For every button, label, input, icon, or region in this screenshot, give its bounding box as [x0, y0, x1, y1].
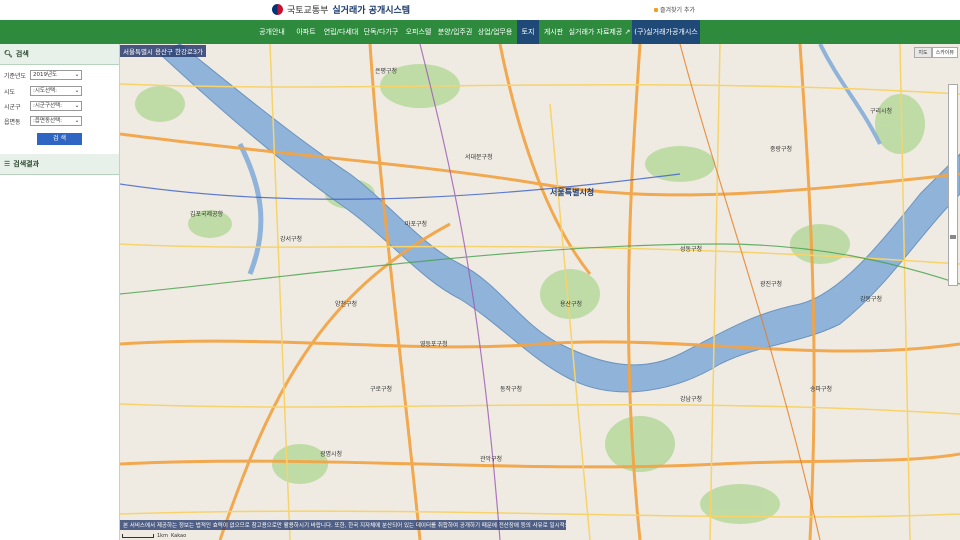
map-label-gangdong[interactable]: 강동구청 [860, 294, 882, 303]
sido-label: 시도 [4, 88, 16, 96]
map-label-yeongdeungpo[interactable]: 영등포구청 [420, 339, 448, 348]
system-title: 실거래가 공개시스템 [332, 5, 411, 16]
eupmyeondong-label: 읍면동 [4, 118, 21, 126]
ministry-name: 국토교통부 [287, 5, 329, 16]
nav-item-commercial[interactable]: 상업/업무용 [474, 20, 516, 44]
year-select[interactable]: 2019년도 ⌄ [30, 70, 82, 80]
map-label-yangcheon[interactable]: 양천구청 [335, 299, 357, 308]
main-nav: 공개안내 아파트 연립/다세대 단독/다가구 오피스텔 분양/입주권 상업/업무… [0, 20, 960, 60]
map-label-guro[interactable]: 구로구청 [370, 384, 392, 393]
nav-item-presale[interactable]: 분양/입주권 [436, 20, 474, 44]
nav-item-land[interactable]: 토지 [517, 20, 539, 44]
map-label-gangnam[interactable]: 강남구청 [680, 394, 702, 403]
eupmyeondong-select[interactable]: :읍면동선택: ⌄ [30, 116, 82, 126]
map-label-songpa[interactable]: 송파구청 [810, 384, 832, 393]
eupmyeondong-row: 읍면동 :읍면동선택: ⌄ [4, 115, 116, 127]
year-label: 기준년도 [4, 72, 27, 80]
chevron-down-icon: ⌄ [74, 87, 80, 94]
map-label-guri[interactable]: 구리시청 [870, 106, 892, 115]
map-label-gimpo-airport[interactable]: 김포국제공항 [190, 209, 223, 218]
government-emblem-icon [272, 3, 283, 15]
map-canvas[interactable] [120, 44, 960, 540]
chevron-down-icon: ⌄ [74, 71, 80, 78]
sigungu-row: 시군구 :시군구선택: ⌄ [4, 100, 116, 112]
sido-row: 시도 :시도선택: ⌄ [4, 85, 116, 97]
nav-item-rowhouse[interactable]: 연립/다세대 [321, 20, 361, 44]
nav-item-data-service[interactable]: 실거래가 자료제공 ↗ [568, 20, 631, 44]
nav-item-old-system[interactable]: (구)실거래가공개시스템 [632, 20, 700, 60]
external-link-icon: ↗ [624, 28, 631, 36]
map-type-skyview[interactable]: 스카이뷰 [931, 47, 958, 58]
map-type-toggle: 지도 스카이뷰 [914, 47, 958, 58]
map-label-gwangmyeong[interactable]: 광명시청 [320, 449, 342, 458]
map-label-eunpyeong[interactable]: 은평구청 [375, 66, 397, 75]
chevron-down-icon: ⌄ [74, 117, 80, 124]
sigungu-select-value: :시군구선택: [33, 103, 63, 109]
search-panel-title: 검색 [15, 50, 29, 58]
nav-item-apartment[interactable]: 아파트 [291, 20, 321, 44]
chevron-down-icon: ⌄ [74, 102, 80, 109]
list-icon: ☰ [4, 160, 11, 168]
sigungu-label: 시군구 [4, 103, 21, 111]
site-logo[interactable]: 국토교통부 실거래가 공개시스템 [272, 2, 410, 16]
star-icon [653, 7, 658, 12]
map-disclaimer: 본 서비스에서 제공하는 정보는 법적인 효력이 없으므로 참고용으로만 활용하… [120, 520, 566, 530]
map-label-seodaemun[interactable]: 서대문구청 [465, 152, 493, 161]
sigungu-select[interactable]: :시군구선택: ⌄ [30, 101, 82, 111]
map-label-yongsan[interactable]: 용산구청 [560, 299, 582, 308]
current-location: 서울특별시 용산구 한강로3가 [120, 45, 207, 57]
search-button[interactable]: 검 색 [37, 133, 82, 145]
map-label-seongdong[interactable]: 성동구청 [680, 244, 702, 253]
map-attribution: 1km Kakao [122, 533, 186, 539]
favorites-link[interactable]: 즐겨찾기 추가 [653, 5, 695, 14]
nav-item-officetel[interactable]: 오피스텔 [401, 20, 436, 44]
nav-item-guide[interactable]: 공개안내 [253, 20, 291, 44]
search-panel-header: 🔍︎ 검색 [0, 44, 119, 65]
zoom-slider[interactable] [948, 84, 958, 286]
scale-label: 1km [157, 533, 168, 539]
results-panel-header: ☰ 검색결과 [0, 154, 119, 175]
map-label-gwanak[interactable]: 관악구청 [480, 454, 502, 463]
search-icon: 🔍︎ [4, 50, 13, 58]
year-select-value: 2019년도 [33, 72, 58, 78]
data-service-label: 실거래가 자료제공 [568, 28, 623, 36]
sido-select-value: :시도선택: [33, 88, 57, 94]
map-label-gwangjin[interactable]: 광진구청 [760, 279, 782, 288]
map-label-city-hall[interactable]: 서울특별시청 [550, 187, 594, 198]
year-row: 기준년도 2019년도 ⌄ [4, 69, 116, 81]
zoom-handle[interactable] [950, 235, 956, 239]
eupmyeondong-select-value: :읍면동선택: [33, 118, 63, 124]
map-label-dongjak[interactable]: 동작구청 [500, 384, 522, 393]
favorites-label: 즐겨찾기 추가 [659, 7, 695, 14]
sido-select[interactable]: :시도선택: ⌄ [30, 86, 82, 96]
map-label-gangseo[interactable]: 강서구청 [280, 234, 302, 243]
search-sidebar: 🔍︎ 검색 기준년도 2019년도 ⌄ 시도 :시도선택: ⌄ 시군구 :시군구… [0, 44, 120, 540]
attribution-label: Kakao [170, 533, 187, 539]
nav-item-detached[interactable]: 단독/다가구 [361, 20, 401, 44]
results-panel-title: 검색결과 [13, 160, 40, 168]
map-label-mapo[interactable]: 마포구청 [405, 219, 427, 228]
top-header: 국토교통부 실거래가 공개시스템 즐겨찾기 추가 [0, 0, 960, 20]
nav-item-board[interactable]: 게시판 [539, 20, 568, 44]
scale-bar [122, 534, 154, 538]
map-type-roadmap[interactable]: 지도 [914, 47, 932, 58]
map-label-jungnang[interactable]: 중랑구청 [770, 144, 792, 153]
map-view[interactable]: 서울특별시청 강서구청 양천구청 구로구청 광명시청 구리시청 김포국제공항 서… [120, 44, 960, 540]
